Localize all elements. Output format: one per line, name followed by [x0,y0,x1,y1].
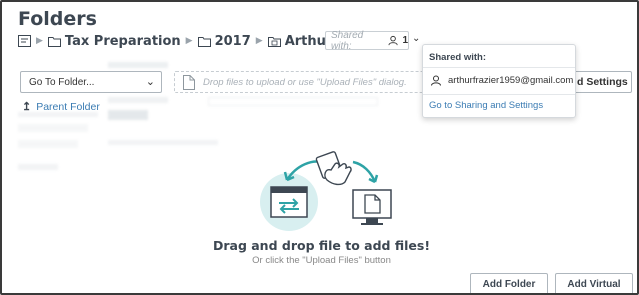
go-to-folder-select[interactable]: Go To Folder... ⌄ [20,71,162,93]
folder-icon [197,36,211,47]
shared-user-row: arthurfrazier1959@gmail.com [431,75,573,86]
popover-header: Shared with: [429,52,487,63]
parent-folder-label: Parent Folder [36,100,100,113]
drag-drop-illustration [260,151,392,231]
go-to-folder-label: Go To Folder... [29,76,95,88]
user-icon [388,35,398,46]
shared-with-placeholder: Shared with: [331,29,364,52]
arrow-up-icon: ↥ [22,101,32,113]
client-folder-icon [267,36,281,47]
add-virtual-button[interactable]: Add Virtual [555,273,633,293]
divider [423,94,575,95]
breadcrumb-item-2017[interactable]: 2017 [197,33,251,49]
breadcrumb-label: Tax Preparation [64,33,181,49]
shared-with-select[interactable]: Shared with: 1 [325,29,409,52]
shared-count: 1 [402,35,408,46]
chevron-down-icon: ⌄ [145,76,155,88]
breadcrumb-menu-icon[interactable] [18,35,31,47]
user-icon [431,75,441,86]
upload-file-icon [183,75,195,90]
add-folder-button[interactable]: Add Folder [470,273,548,293]
shared-with-popover: Shared with: arthurfrazier1959@gmail.com… [422,44,576,118]
chevron-right-icon: ▶ [36,36,43,46]
folder-icon [47,36,61,47]
upload-window-icon [260,173,318,231]
settings-button-label: d Settings [577,76,628,88]
monitor-icon [352,189,392,225]
app-window: Folders ▶ Tax Preparation ▶ 2017 ▶ Arthu… [0,0,639,295]
chevron-down-icon[interactable]: ⌄ [412,33,420,44]
chevron-right-icon: ▶ [185,36,193,46]
dropzone-title: Drag and drop file to add files! [212,238,431,253]
go-to-sharing-settings-link[interactable]: Go to Sharing and Settings [429,100,543,111]
breadcrumb-item-tax-preparation[interactable]: Tax Preparation [47,33,181,49]
dropzone-subtitle: Or click the "Upload Files" button [252,255,391,266]
parent-folder-link[interactable]: ↥ Parent Folder [22,100,100,114]
page-title: Folders [18,8,97,30]
drop-files-hint[interactable]: Drop files to upload or use "Upload File… [174,71,424,93]
drop-hint-text: Drop files to upload or use "Upload File… [203,76,407,88]
divider [423,67,575,68]
shared-user-email: arthurfrazier1959@gmail.com [448,75,574,86]
settings-button[interactable]: d Settings [570,71,632,93]
breadcrumb-label: 2017 [214,33,251,49]
chevron-right-icon: ▶ [255,36,263,46]
